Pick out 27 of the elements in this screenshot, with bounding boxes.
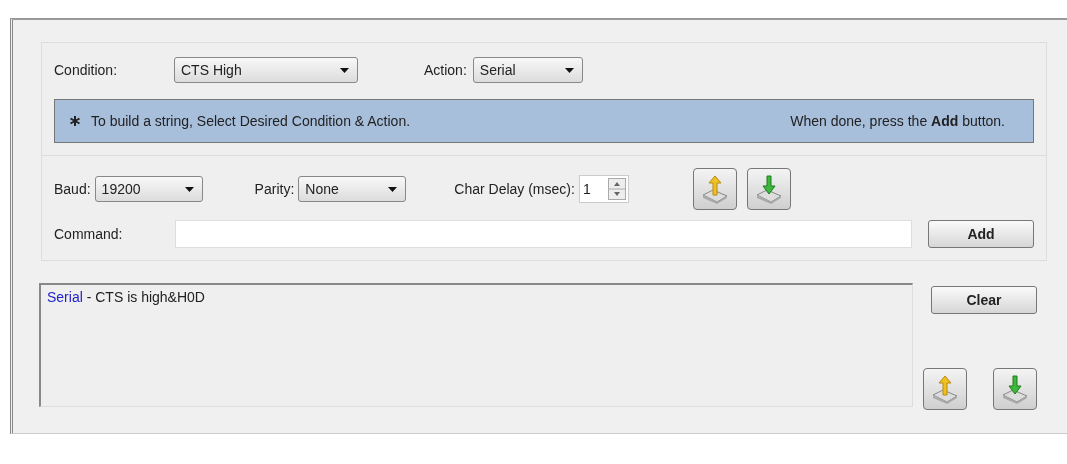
condition-label: Condition: — [54, 62, 119, 78]
dropdown-arrow-icon — [184, 186, 194, 192]
action-label: Action: — [424, 62, 467, 78]
dropdown-arrow-icon — [564, 67, 574, 73]
parity-dropdown[interactable]: None — [298, 176, 407, 202]
action-dropdown[interactable]: Serial — [472, 57, 583, 83]
upload-button[interactable] — [923, 368, 967, 410]
dropdown-arrow-icon — [340, 67, 349, 73]
hint-text: To build a string, Select Desired Condition & Action. — [91, 113, 411, 129]
baud-dropdown[interactable]: 19200 — [94, 176, 203, 202]
download-button[interactable] — [746, 168, 791, 210]
hint-text: When done, press the Add button. — [790, 113, 1005, 129]
parity-label: Parity: — [254, 181, 295, 197]
dropdown-arrow-icon — [388, 186, 398, 192]
spin-arrows-icon — [607, 178, 626, 200]
char-delay-label: Char Delay (msec): — [454, 181, 575, 197]
asterisk-icon — [69, 115, 81, 127]
baud-label: Baud: — [54, 181, 91, 197]
char-delay-spinner[interactable]: 1 — [578, 175, 629, 203]
clear-button[interactable]: Clear — [931, 286, 1037, 314]
add-button[interactable]: Add — [928, 220, 1034, 248]
list-entry[interactable]: Serial - CTS is high&H0D — [47, 289, 906, 305]
download-button[interactable] — [993, 368, 1037, 410]
condition-dropdown[interactable]: CTS High — [174, 57, 358, 83]
command-field[interactable] — [175, 220, 912, 248]
command-label: Command: — [54, 226, 124, 242]
upload-button[interactable] — [692, 168, 737, 210]
